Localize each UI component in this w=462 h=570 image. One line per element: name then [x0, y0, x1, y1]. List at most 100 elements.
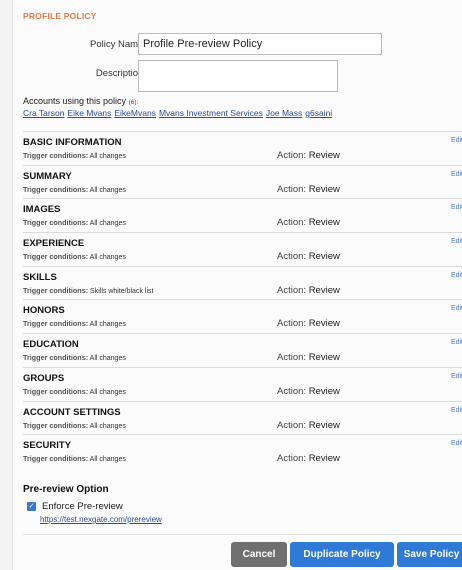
action-label: Action: [277, 453, 307, 465]
policy-action: Action: Review [277, 150, 340, 161]
policy-category-name: SKILLS [23, 271, 57, 283]
edit-link[interactable]: Edit [451, 339, 462, 346]
trigger-conditions: Trigger conditions: All changes [23, 185, 126, 194]
policy-action: Action: Review [277, 285, 340, 296]
action-value: Review [308, 419, 340, 431]
action-value: Review [308, 251, 340, 263]
edit-link[interactable]: Edit [451, 305, 462, 312]
policy-row: ACCOUNT SETTINGS Trigger conditions: All … [23, 400, 462, 435]
account-link[interactable]: Joe Mass [266, 108, 302, 118]
action-value: Review [308, 284, 340, 296]
edit-link[interactable]: Edit [451, 238, 462, 245]
policy-category-name: EXPERIENCE [23, 238, 85, 250]
policy-row: BASIC INFORMATION Trigger conditions: All… [23, 131, 462, 165]
trigger-label: Trigger conditions: [23, 218, 89, 228]
policy-action: Action: Review [277, 251, 340, 262]
edit-link[interactable]: Edit [451, 440, 462, 447]
trigger-label: Trigger conditions: [23, 252, 89, 262]
profile-policy-panel: PROFILE POLICY Policy Name: Description:… [12, 0, 462, 570]
trigger-label: Trigger conditions: [23, 151, 89, 160]
cancel-button[interactable]: Cancel [231, 542, 287, 567]
trigger-conditions: Trigger conditions: All changes [23, 353, 126, 362]
trigger-value: All changes [89, 220, 126, 228]
edit-link[interactable]: Edit [451, 373, 462, 380]
policy-action: Action: Review [277, 352, 340, 363]
footer-divider [23, 534, 462, 535]
edit-link[interactable]: Edit [451, 272, 462, 279]
action-label: Action: [277, 385, 307, 397]
pre-review-title: Pre-review Option [23, 484, 109, 495]
trigger-conditions: Trigger conditions: All changes [23, 454, 126, 463]
description-textarea[interactable] [138, 60, 338, 92]
action-label: Action: [277, 352, 307, 364]
action-value: Review [308, 150, 340, 161]
trigger-value: All changes [89, 254, 126, 262]
trigger-value: All changes [89, 153, 126, 160]
policy-row: SUMMARY Trigger conditions: All changes Ac… [23, 164, 462, 199]
enforce-pre-review-option[interactable]: ✓ Enforce Pre-review [27, 501, 123, 512]
trigger-value: Skills white/black list [90, 287, 154, 295]
action-value: Review [308, 217, 340, 229]
policy-category-name: HONORS [23, 305, 65, 317]
policy-category-name: SUMMARY [23, 170, 72, 182]
enforce-label: Enforce Pre-review [42, 501, 123, 512]
policy-row: GROUPS Trigger conditions: All changes Act… [23, 366, 462, 401]
trigger-value: All changes [89, 355, 126, 363]
action-label: Action: [277, 284, 307, 296]
accounts-count: (6): [128, 99, 139, 106]
policy-action: Action: Review [277, 420, 340, 431]
trigger-conditions: Trigger conditions: All changes [23, 319, 126, 328]
trigger-conditions: Trigger conditions: All changes [23, 151, 126, 160]
trigger-label: Trigger conditions: [23, 319, 89, 329]
policy-row: HONORS Trigger conditions: All changes Act… [23, 299, 462, 333]
action-value: Review [308, 352, 340, 364]
accounts-label-text: Accounts using this policy [23, 96, 127, 106]
duplicate-policy-button[interactable]: Duplicate Policy [290, 542, 394, 567]
policy-name-input[interactable] [138, 33, 382, 55]
action-value: Review [308, 183, 340, 195]
accounts-label: Accounts using this policy (6): [23, 96, 138, 106]
trigger-label: Trigger conditions: [23, 353, 89, 363]
policy-category-name: GROUPS [23, 372, 65, 384]
action-value: Review [308, 385, 340, 397]
policy-category-name: IMAGES [23, 204, 61, 216]
trigger-value: All changes [89, 388, 126, 396]
trigger-conditions: Trigger conditions: All changes [23, 421, 126, 430]
action-label: Action: [277, 217, 307, 229]
account-link[interactable]: g6saini [305, 108, 332, 118]
policy-category-name: BASIC INFORMATION [23, 137, 122, 148]
edit-link[interactable]: Edit [451, 171, 462, 178]
trigger-label: Trigger conditions: [23, 454, 89, 464]
policy-row: EXPERIENCE Trigger conditions: All change… [23, 232, 462, 266]
edit-link[interactable]: Edit [451, 204, 462, 211]
action-value: Review [308, 453, 340, 465]
action-label: Action: [277, 251, 307, 263]
policy-action: Action: Review [277, 453, 340, 464]
action-value: Review [308, 318, 340, 330]
trigger-conditions: Trigger conditions: All changes [23, 252, 126, 261]
edit-link[interactable]: Edit [451, 407, 462, 414]
policy-row: SKILLS Trigger conditions: Skills white/b… [23, 265, 462, 300]
trigger-value: All changes [89, 321, 126, 329]
trigger-label: Trigger conditions: [23, 184, 89, 194]
policy-row: SECURITY Trigger conditions: All changes A… [23, 434, 462, 468]
policy-action: Action: Review [277, 184, 340, 195]
enforce-checkbox[interactable]: ✓ [27, 502, 36, 511]
trigger-label: Trigger conditions: [23, 420, 89, 430]
trigger-conditions: Trigger conditions: Skills white/black l… [23, 286, 153, 295]
trigger-label: Trigger conditions: [23, 285, 89, 295]
account-link[interactable]: Mvans Investment Services [159, 108, 263, 118]
account-link[interactable]: Cra Tarson [23, 108, 64, 118]
policy-row: IMAGES Trigger conditions: All changes Act… [23, 198, 462, 232]
action-label: Action: [277, 183, 307, 195]
action-label: Action: [277, 419, 307, 431]
trigger-value: All changes [89, 422, 126, 430]
action-label: Action: [277, 150, 307, 161]
pre-review-link[interactable]: https://test.nexgate.com/prereview [40, 515, 162, 524]
account-link[interactable]: Eike Mvans [67, 108, 111, 118]
edit-link[interactable]: Edit [451, 137, 462, 144]
policy-category-name: SECURITY [23, 440, 72, 452]
save-policy-button[interactable]: Save Policy [397, 542, 462, 567]
account-link[interactable]: EikeMvans [114, 108, 156, 118]
trigger-conditions: Trigger conditions: All changes [23, 218, 126, 227]
